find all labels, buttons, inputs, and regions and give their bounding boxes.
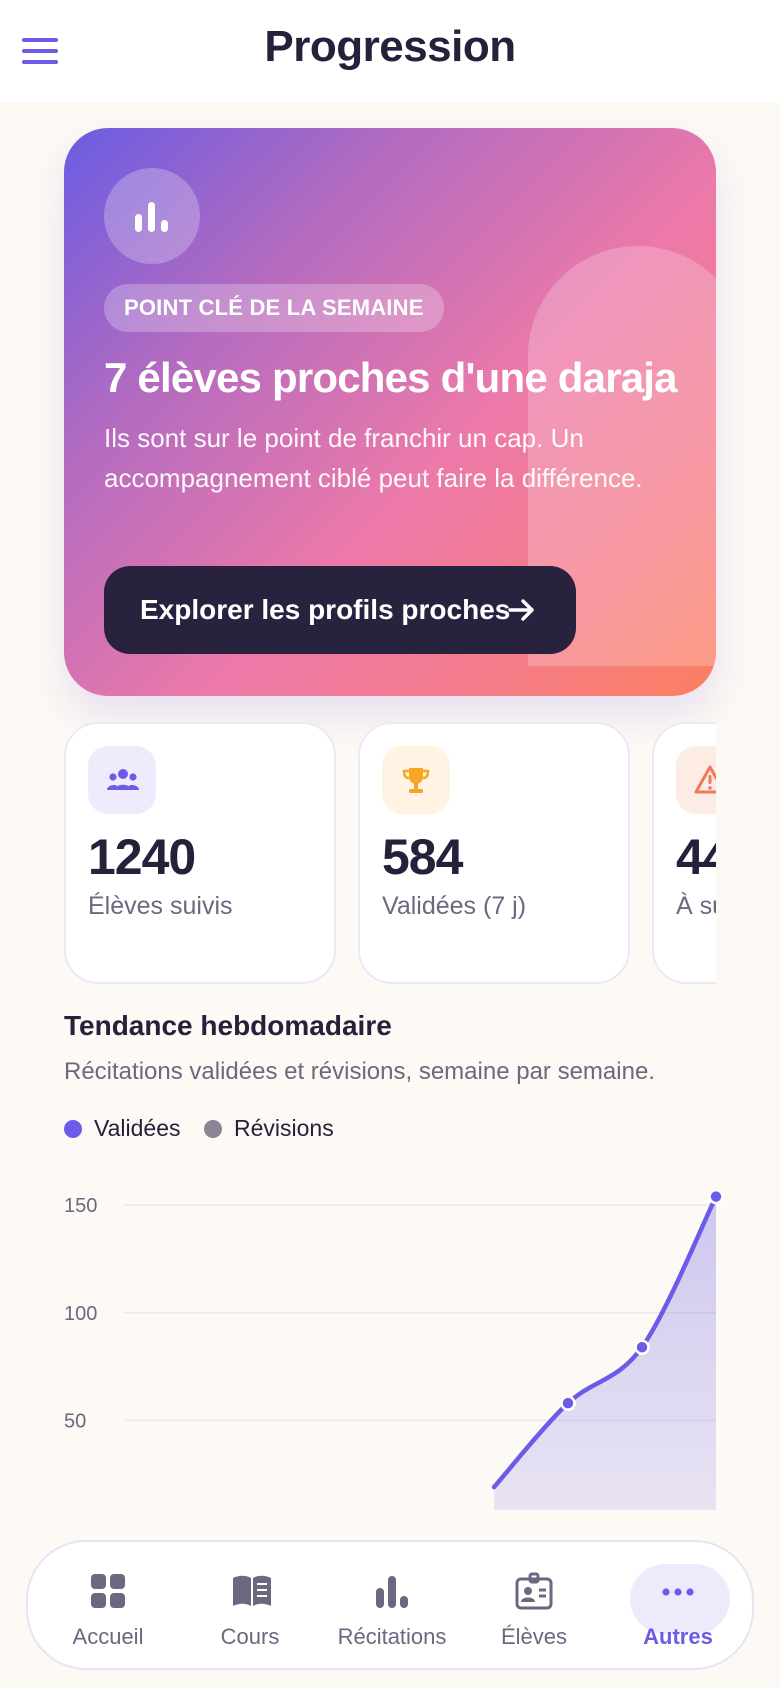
explore-profiles-button[interactable]: Explorer les profils proches <box>104 566 576 654</box>
stat-card-watch[interactable]: 44 À surveiller <box>652 722 716 984</box>
stats-row[interactable]: 1240 Élèves suivis 584 Validées (7 j) 44… <box>64 722 716 984</box>
top-bar: Progression <box>0 0 780 102</box>
legend-label: Révisions <box>234 1115 334 1141</box>
nav-item-courses[interactable]: Cours <box>190 1552 310 1658</box>
nav-label: Récitations <box>337 1624 447 1649</box>
bottom-navigation: Accueil Cours Récitations Élèves Autres <box>26 1540 754 1670</box>
page-title: Progression <box>264 22 516 71</box>
stat-value: 1240 <box>88 829 196 885</box>
nav-item-students[interactable]: Élèves <box>474 1552 594 1658</box>
stat-label: Élèves suivis <box>88 892 233 920</box>
weekly-trend-chart: 18415010050 <box>64 1188 724 1510</box>
hero-tag: POINT CLÉ DE LA SEMAINE <box>104 284 444 332</box>
grid-icon <box>91 1574 125 1608</box>
legend-label: Validées <box>94 1115 181 1141</box>
highlight-card: POINT CLÉ DE LA SEMAINE 7 élèves proches… <box>64 128 716 696</box>
bar-chart-icon <box>376 1576 408 1608</box>
nav-label: Élèves <box>500 1624 568 1649</box>
data-point[interactable] <box>708 1188 724 1205</box>
nav-item-home[interactable]: Accueil <box>48 1552 168 1658</box>
series-area <box>494 1196 716 1510</box>
more-icon <box>662 1588 694 1596</box>
y-tick-label: 150 <box>64 1195 97 1217</box>
users-icon <box>88 746 156 814</box>
stat-value: 584 <box>382 829 463 885</box>
stat-card-students[interactable]: 1240 Élèves suivis <box>64 722 336 984</box>
bar-chart-icon <box>104 168 200 264</box>
stat-card-validated[interactable]: 584 Validées (7 j) <box>358 722 630 984</box>
hero-title: 7 élèves proches d'une daraja <box>104 354 678 401</box>
nav-item-recitations[interactable]: Récitations <box>332 1552 452 1658</box>
nav-label: Accueil <box>72 1624 144 1649</box>
y-tick-label: 100 <box>64 1303 97 1325</box>
explore-profiles-label: Explorer les profils proches <box>140 594 511 625</box>
trend-title: Tendance hebdomadaire <box>64 1010 392 1041</box>
id-card-icon <box>515 1572 553 1610</box>
arrow-right-icon <box>508 599 534 621</box>
data-point[interactable] <box>634 1339 650 1355</box>
stat-label: À surveiller <box>676 892 716 920</box>
legend-dot <box>204 1120 222 1138</box>
hero-description: Ils sont sur le point de franchir un cap… <box>104 423 643 493</box>
book-icon <box>233 1575 271 1606</box>
warning-icon <box>676 746 716 814</box>
nav-item-more[interactable]: Autres <box>618 1552 738 1658</box>
stat-value: 44 <box>676 829 716 885</box>
nav-label: Cours <box>220 1624 280 1649</box>
trend-subtitle: Récitations validées et révisions, semai… <box>64 1058 655 1085</box>
y-tick-label: 50 <box>64 1410 86 1432</box>
trophy-icon <box>382 746 450 814</box>
stat-label: Validées (7 j) <box>382 892 527 920</box>
data-point[interactable] <box>560 1395 576 1411</box>
legend-dot <box>64 1120 82 1138</box>
nav-label: Autres <box>643 1624 713 1649</box>
